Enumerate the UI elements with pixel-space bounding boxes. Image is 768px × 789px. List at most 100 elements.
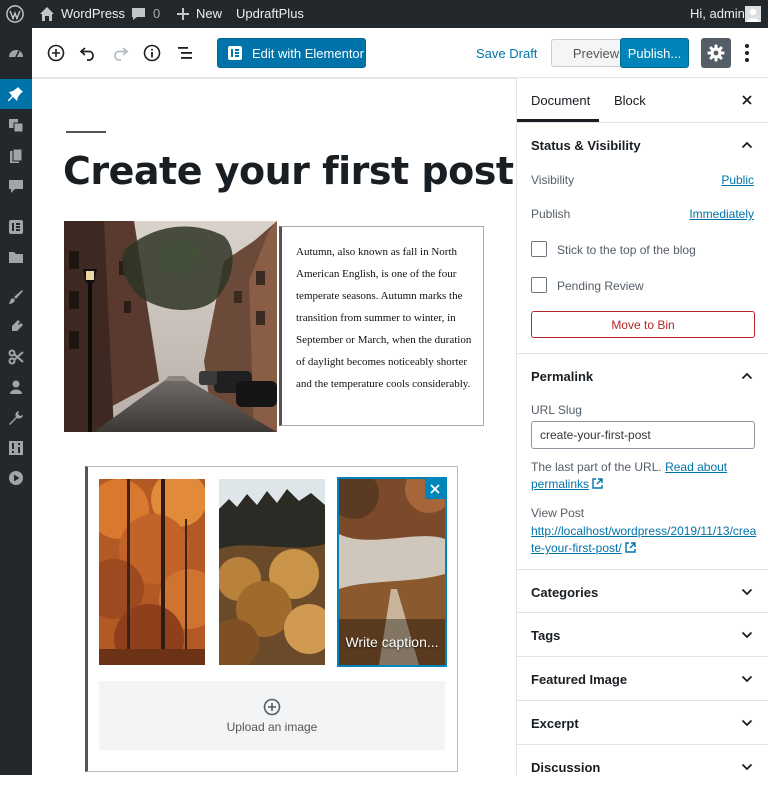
gear-icon xyxy=(707,44,725,62)
elementor-button-label: Edit with Elementor xyxy=(252,45,364,61)
tags-panel-header[interactable]: Tags xyxy=(517,613,768,657)
account-greeting[interactable]: Hi, admin xyxy=(690,0,745,28)
publish-date-toggle[interactable]: Immediately xyxy=(689,207,754,221)
pending-review-checkbox[interactable] xyxy=(531,277,547,293)
tab-document[interactable]: Document xyxy=(531,93,590,108)
admin-bar: WordPress 0 New UpdraftPlus Hi, admin xyxy=(0,0,768,28)
paragraph-block[interactable]: Autumn, also known as fall in North Amer… xyxy=(279,226,484,426)
pending-review-label: Pending Review xyxy=(557,279,644,293)
categories-panel-header[interactable]: Categories xyxy=(517,569,768,613)
close-sidebar-button[interactable] xyxy=(741,94,753,109)
categories-title: Categories xyxy=(531,585,599,600)
post-title[interactable]: Create your first post xyxy=(63,149,514,193)
visibility-label: Visibility xyxy=(531,173,575,187)
url-slug-input[interactable]: create-your-first-post xyxy=(531,421,755,449)
external-link-icon xyxy=(625,542,636,553)
view-post-label: View Post xyxy=(531,506,585,520)
permalink-help-text: The last part of the URL. xyxy=(531,460,662,474)
chevron-down-icon xyxy=(741,717,753,732)
settings-sliders-icon[interactable] xyxy=(0,433,32,463)
excerpt-title: Excerpt xyxy=(531,716,579,731)
more-vertical-icon xyxy=(745,44,749,48)
edit-with-elementor-button[interactable]: Edit with Elementor xyxy=(217,38,366,68)
permalink-title: Permalink xyxy=(531,369,594,384)
external-link-icon xyxy=(592,478,604,489)
info-icon[interactable] xyxy=(141,42,163,64)
comment-icon[interactable] xyxy=(131,7,146,21)
media-icon[interactable] xyxy=(0,110,32,140)
chevron-up-icon xyxy=(741,370,753,385)
add-block-icon[interactable] xyxy=(45,42,67,64)
tools-wrench-icon[interactable] xyxy=(0,403,32,433)
featured-image-panel-header[interactable]: Featured Image xyxy=(517,657,768,701)
permalink-help: The last part of the URL. Read about per… xyxy=(531,459,761,493)
view-post-link[interactable]: http://localhost/wordpress/2019/11/13/cr… xyxy=(531,524,756,555)
status-visibility-title: Status & Visibility xyxy=(531,138,641,153)
tags-title: Tags xyxy=(531,628,561,643)
comments-menu-icon[interactable] xyxy=(0,171,32,201)
editor-toolbar: Edit with Elementor Save Draft Preview P… xyxy=(32,28,768,78)
excerpt-panel-header[interactable]: Excerpt xyxy=(517,701,768,745)
sticky-checkbox[interactable] xyxy=(531,241,547,257)
chevron-up-icon xyxy=(741,139,753,154)
add-circle-icon xyxy=(263,698,281,715)
save-draft-button[interactable]: Save Draft xyxy=(476,46,537,61)
tab-block[interactable]: Block xyxy=(614,93,646,108)
image-caption-input[interactable]: Write caption... xyxy=(339,631,445,653)
redo-icon[interactable] xyxy=(109,42,131,64)
users-icon[interactable] xyxy=(0,372,32,402)
active-tab-indicator xyxy=(517,119,599,122)
street-photo[interactable] xyxy=(64,221,277,432)
chevron-down-icon xyxy=(741,629,753,644)
close-icon xyxy=(430,484,440,494)
url-slug-label: URL Slug xyxy=(531,403,582,417)
elementor-icon xyxy=(228,46,242,60)
gallery-image-1[interactable] xyxy=(99,479,205,665)
title-separator xyxy=(66,131,106,133)
video-play-icon[interactable] xyxy=(0,463,32,493)
pages-icon[interactable] xyxy=(0,141,32,171)
posts-pin-icon[interactable] xyxy=(0,79,32,109)
remove-image-button[interactable] xyxy=(425,479,445,499)
gallery-block[interactable]: Write caption... Upload an image xyxy=(85,466,458,772)
chevron-down-icon xyxy=(741,761,753,776)
publish-label: Publish xyxy=(531,207,571,221)
gallery-image-2[interactable] xyxy=(219,479,325,665)
dashboard-icon[interactable] xyxy=(0,38,32,68)
gallery-image-3-selected[interactable]: Write caption... xyxy=(337,477,447,667)
status-visibility-panel-header[interactable]: Status & Visibility xyxy=(517,123,768,167)
plus-icon[interactable] xyxy=(177,8,189,20)
discussion-title: Discussion xyxy=(531,760,601,775)
upload-image-button[interactable]: Upload an image xyxy=(99,681,445,750)
upload-label: Upload an image xyxy=(226,719,318,734)
new-content-link[interactable]: New xyxy=(196,0,222,28)
avatar-icon[interactable] xyxy=(745,6,761,22)
wordpress-logo-icon[interactable] xyxy=(6,5,24,23)
visibility-toggle[interactable]: Public xyxy=(721,173,754,187)
discussion-panel-header[interactable]: Discussion xyxy=(517,745,768,789)
site-name-link[interactable]: WordPress xyxy=(61,0,125,28)
move-to-bin-button[interactable]: Move to Bin xyxy=(531,311,755,338)
admin-menu xyxy=(0,28,32,775)
home-icon[interactable] xyxy=(39,6,55,22)
templates-folder-icon[interactable] xyxy=(0,242,32,272)
view-post-url-wrapper: http://localhost/wordpress/2019/11/13/cr… xyxy=(531,523,757,557)
sticky-label: Stick to the top of the blog xyxy=(557,243,696,257)
appearance-brush-icon[interactable] xyxy=(0,282,32,312)
settings-toggle-button[interactable] xyxy=(701,38,731,68)
undo-icon[interactable] xyxy=(77,42,99,64)
elementor-menu-icon[interactable] xyxy=(0,212,32,242)
comments-count[interactable]: 0 xyxy=(153,0,160,28)
close-icon xyxy=(742,95,752,105)
chevron-down-icon xyxy=(741,673,753,688)
permalink-panel-header[interactable]: Permalink xyxy=(517,353,768,397)
featured-image-title: Featured Image xyxy=(531,672,628,687)
chevron-down-icon xyxy=(741,586,753,601)
snippets-scissors-icon[interactable] xyxy=(0,342,32,372)
updraftplus-link[interactable]: UpdraftPlus xyxy=(236,0,304,28)
editor-canvas: Create your first post Autumn, also know… xyxy=(32,78,516,775)
more-menu-button[interactable] xyxy=(740,40,754,66)
publish-button[interactable]: Publish... xyxy=(620,38,689,68)
outline-icon[interactable] xyxy=(174,42,196,64)
plugins-icon[interactable] xyxy=(0,312,32,342)
